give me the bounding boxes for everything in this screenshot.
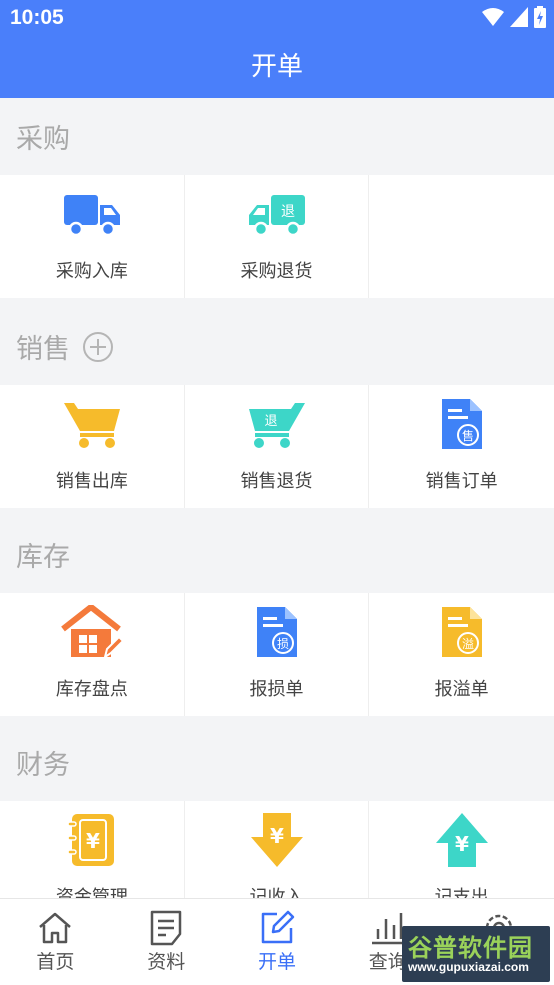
app-bar: 开单	[0, 36, 554, 98]
status-time: 10:05	[10, 6, 64, 29]
overflow-report-label: 报溢单	[434, 679, 489, 700]
sales-out-label: 销售出库	[55, 471, 128, 492]
purchase-return-button[interactable]: 退 采购退货	[185, 175, 370, 298]
money-book-badge: ¥	[86, 829, 100, 853]
finance-grid: ¥ 资金管理 ¥ 记收入 ¥ 记支出	[0, 801, 554, 898]
sales-out-button[interactable]: 销售出库	[0, 385, 185, 508]
record-income-label: 记收入	[249, 887, 304, 898]
inventory-check-button[interactable]: 库存盘点	[0, 593, 185, 716]
record-expense-label: 记支出	[434, 887, 489, 898]
record-expense-button[interactable]: ¥ 记支出	[369, 801, 554, 898]
house-edit-icon	[60, 605, 123, 659]
watermark-url: www.gupuxiazai.com	[408, 960, 529, 974]
sales-return-button[interactable]: 退 销售退货	[185, 385, 370, 508]
income-arrow-icon: ¥	[250, 813, 303, 867]
cart-return-badge: 退	[264, 414, 277, 429]
inventory-grid: 库存盘点 损 报损单 溢 报溢单	[0, 593, 554, 716]
tab-data[interactable]: 资料	[111, 899, 222, 985]
section-title-inventory: 库存	[16, 542, 70, 573]
truck-icon	[63, 195, 120, 237]
loss-report-badge: 损	[276, 637, 288, 651]
battery-icon	[534, 6, 546, 28]
expense-arrow-icon: ¥	[435, 813, 488, 867]
tab-billing-label: 开单	[257, 951, 296, 973]
signal-icon	[510, 7, 528, 27]
fund-management-button[interactable]: ¥ 资金管理	[0, 801, 185, 898]
tab-home[interactable]: 首页	[0, 899, 111, 985]
home-icon	[39, 912, 72, 944]
status-bar: 10:05	[0, 0, 554, 36]
loss-report-label: 报损单	[249, 679, 304, 700]
tab-home-label: 首页	[36, 951, 75, 973]
money-book-icon: ¥	[67, 814, 114, 866]
overflow-report-icon: 溢	[441, 607, 482, 657]
add-circle-icon[interactable]	[82, 331, 114, 363]
wifi-icon	[482, 8, 504, 26]
cart-return-icon: 退	[248, 403, 305, 448]
expense-badge: ¥	[455, 832, 469, 856]
section-title-purchase: 采购	[16, 124, 70, 155]
overflow-report-button[interactable]: 溢 报溢单	[369, 593, 554, 716]
tab-billing[interactable]: 开单	[222, 899, 333, 985]
purchase-grid: 采购入库 退 采购退货	[0, 175, 554, 298]
truck-return-icon: 退	[248, 195, 305, 237]
section-title-finance: 财务	[16, 750, 70, 781]
truck-return-badge: 退	[281, 204, 295, 220]
tab-data-label: 资料	[147, 951, 186, 973]
sales-order-label: 销售订单	[425, 471, 498, 492]
sales-return-label: 销售退货	[240, 471, 313, 492]
edit-icon	[261, 910, 295, 944]
document-icon	[150, 910, 182, 946]
income-badge: ¥	[270, 824, 284, 848]
sales-order-button[interactable]: 售 销售订单	[369, 385, 554, 508]
cart-icon	[63, 403, 120, 448]
overflow-report-badge: 溢	[462, 637, 474, 651]
purchase-return-label: 采购退货	[240, 261, 313, 282]
fund-management-label: 资金管理	[55, 887, 128, 898]
watermark-logo: 谷普软件园 www.gupuxiazai.com	[402, 926, 550, 982]
loss-report-button[interactable]: 损 报损单	[185, 593, 370, 716]
empty-cell	[369, 175, 554, 298]
purchase-in-label: 采购入库	[55, 261, 128, 282]
chart-icon	[371, 913, 404, 945]
loss-report-icon: 损	[256, 607, 297, 657]
page-title: 开单	[250, 52, 303, 82]
sales-order-badge: 售	[462, 428, 474, 443]
content-scroll[interactable]: 采购 采购入库 退 采购退货 销售 销售出库 退 销售退货 售 销售订单 库存 …	[0, 98, 554, 898]
watermark-title: 谷普软件园	[408, 934, 533, 962]
purchase-in-button[interactable]: 采购入库	[0, 175, 185, 298]
inventory-check-label: 库存盘点	[55, 679, 128, 700]
sales-order-icon: 售	[441, 399, 482, 449]
record-income-button[interactable]: ¥ 记收入	[185, 801, 370, 898]
sales-grid: 销售出库 退 销售退货 售 销售订单	[0, 385, 554, 508]
section-title-sales: 销售	[0, 308, 554, 385]
